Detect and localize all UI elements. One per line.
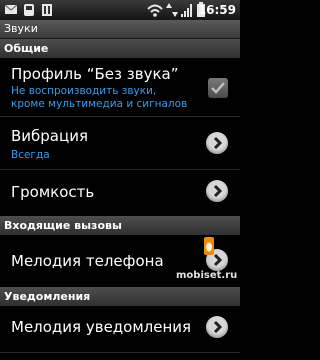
screen-title: Звуки: [4, 22, 38, 35]
call-icon: [24, 4, 34, 16]
watermark-logo-icon: [204, 237, 214, 255]
checkmark-icon: [211, 82, 225, 94]
setting-notification-tone[interactable]: Мелодия уведомления: [0, 306, 240, 352]
setting-title: Профиль “Без звука”: [11, 65, 179, 83]
clock: 16:59: [197, 3, 236, 17]
section-header-notifications: Уведомления: [0, 287, 240, 306]
chevron-right-icon: [206, 132, 228, 154]
status-bar: 16:59: [0, 0, 240, 20]
watermark-text: mobiset.ru: [176, 270, 238, 281]
pause-icon: [42, 4, 52, 16]
screen-title-bar: Звуки: [0, 20, 240, 39]
sms-icon: [4, 4, 18, 14]
setting-title: Громкость: [11, 183, 95, 201]
setting-title: Мелодия уведомления: [11, 318, 192, 336]
data-transfer-icon: [166, 3, 178, 17]
setting-title: Мелодия телефона: [11, 252, 164, 270]
section-header-incoming-calls: Входящие вызовы: [0, 216, 240, 235]
chevron-right-icon: [206, 316, 228, 338]
section-header-general: Общие: [0, 39, 240, 58]
setting-silent-profile[interactable]: Профиль “Без звука” Не воспроизводить зв…: [0, 58, 240, 116]
setting-value: Всегда: [11, 149, 50, 161]
chevron-right-icon: [206, 180, 228, 202]
divider: [0, 352, 240, 353]
setting-vibration[interactable]: Вибрация Всегда: [0, 117, 240, 169]
setting-description: кроме мультимедиа и сигналов: [11, 98, 188, 110]
setting-title: Вибрация: [11, 127, 88, 145]
silent-profile-checkbox[interactable]: [208, 78, 228, 98]
wifi-icon: [147, 4, 163, 17]
setting-volume[interactable]: Громкость: [0, 170, 240, 213]
signal-icon: [181, 4, 192, 17]
setting-description: Не воспроизводить звуки,: [11, 85, 157, 97]
